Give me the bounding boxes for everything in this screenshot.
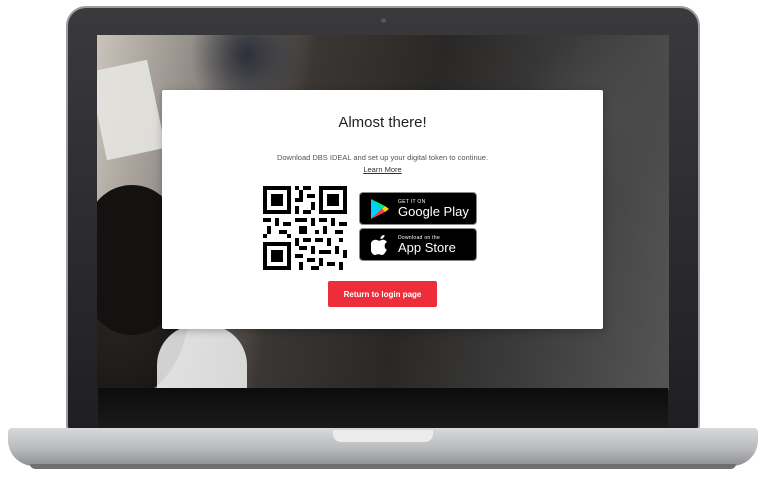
google-play-icon bbox=[366, 195, 394, 223]
app-store-label: App Store bbox=[398, 240, 456, 255]
modal-description: Download DBS IDEAL and set up your digit… bbox=[276, 153, 489, 162]
google-play-button[interactable]: GET IT ON Google Play bbox=[359, 192, 477, 225]
return-to-login-button[interactable]: Return to login page bbox=[328, 281, 437, 307]
screen-hinge bbox=[98, 388, 668, 430]
learn-more-link[interactable]: Learn More bbox=[162, 165, 603, 174]
google-play-label: Google Play bbox=[398, 204, 469, 219]
webcam bbox=[381, 18, 386, 23]
apple-icon bbox=[366, 231, 394, 259]
app-store-button[interactable]: Download on the App Store bbox=[359, 228, 477, 261]
base-notch bbox=[333, 430, 433, 442]
modal-title: Almost there! bbox=[338, 114, 427, 131]
token-setup-modal: Almost there! Download DBS IDEAL and set… bbox=[162, 90, 603, 329]
qr-code bbox=[263, 186, 347, 270]
background-paper bbox=[97, 59, 166, 161]
base-foot bbox=[30, 464, 736, 469]
background-shirt bbox=[157, 325, 247, 390]
